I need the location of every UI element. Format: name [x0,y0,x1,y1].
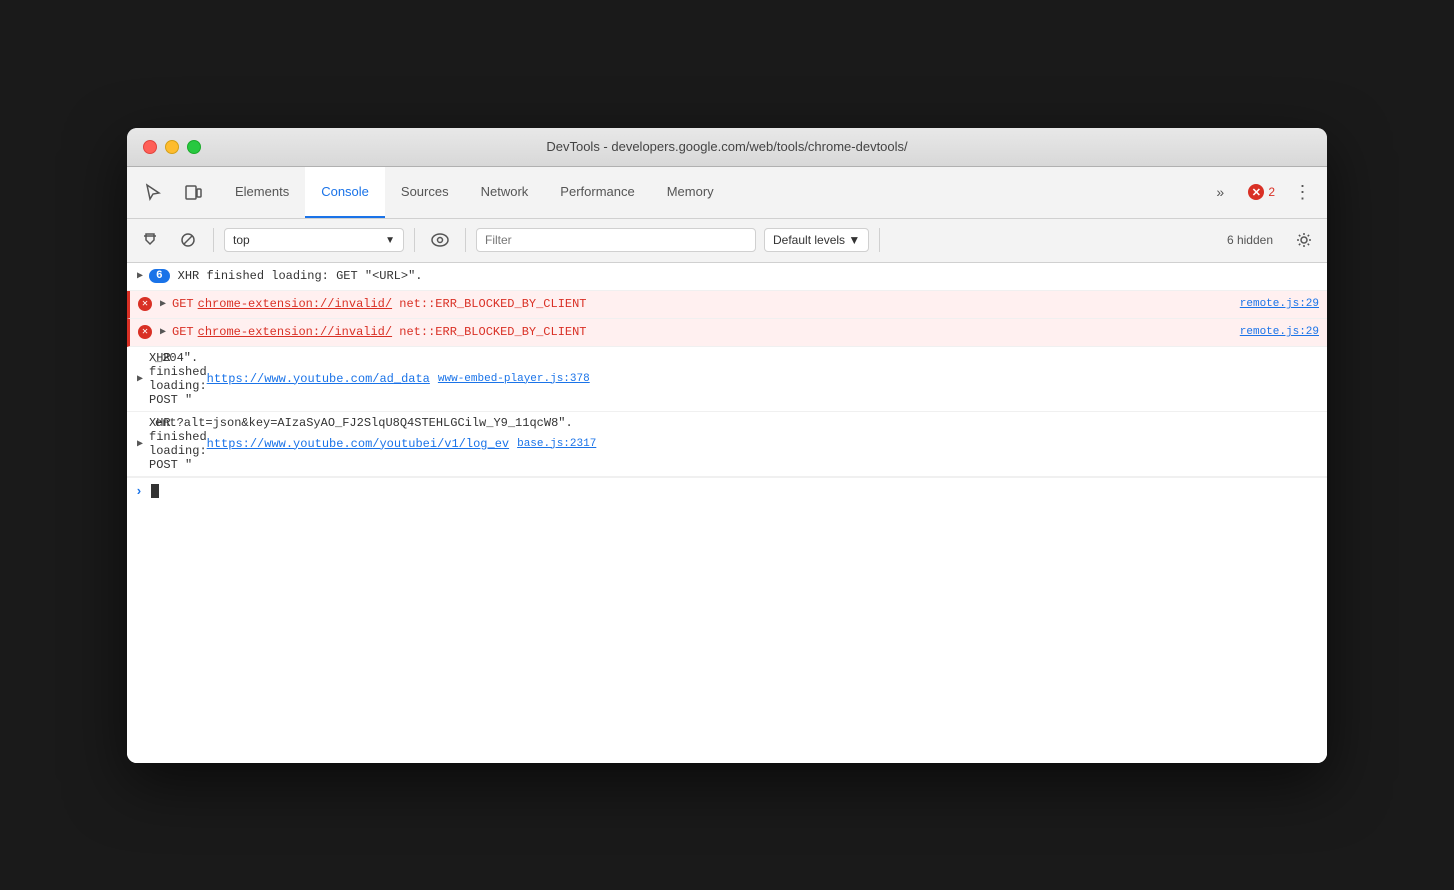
close-button[interactable] [143,140,157,154]
console-cursor [151,484,159,498]
log-text-cont: _204". [155,351,198,365]
preserve-log-button[interactable] [173,225,203,255]
traffic-lights [143,140,201,154]
expand-icon[interactable]: ▶ [135,270,145,282]
console-settings-button[interactable] [1289,225,1319,255]
log-entry: ▶ 6 XHR finished loading: GET "<URL>". [127,263,1327,291]
levels-label: Default levels ▼ [773,233,860,247]
console-prompt-icon: › [135,484,143,499]
tab-memory[interactable]: Memory [651,167,730,218]
expand-icon[interactable]: ▶ [158,298,168,310]
context-selector[interactable]: top ▼ [224,228,404,252]
block-icon [180,232,196,248]
method-text: GET [172,325,194,339]
filter-input[interactable] [476,228,756,252]
devtools-window: DevTools - developers.google.com/web/too… [127,128,1327,763]
source-link[interactable]: remote.js:29 [1240,326,1319,338]
error-text: net::ERR_BLOCKED_BY_CLIENT [392,297,586,311]
device-icon [184,183,202,201]
clear-icon [142,232,158,248]
minimize-button[interactable] [165,140,179,154]
tab-performance[interactable]: Performance [544,167,650,218]
url-text[interactable]: chrome-extension://invalid/ [198,325,392,339]
log-entry: ▶ XHR finished loading: POST " https://w… [127,412,1327,477]
expand-icon[interactable]: ▶ [135,373,145,385]
context-chevron-icon: ▼ [385,235,395,246]
log-text: XHR finished loading: GET "<URL>". [178,267,1319,285]
url-link[interactable]: https://www.youtube.com/youtubei/v1/log_… [207,437,509,451]
tabs-list: Elements Console Sources Network Perform… [219,167,1204,218]
error-count: 2 [1268,185,1275,199]
clear-console-button[interactable] [135,225,165,255]
error-badge[interactable]: ✕ 2 [1240,180,1283,204]
log-text-cont: ent?alt=json&key=AIzaSyAO_FJ2SlqU8Q4STEH… [155,416,573,430]
error-text: net::ERR_BLOCKED_BY_CLIENT [392,325,586,339]
maximize-button[interactable] [187,140,201,154]
error-log-entry: ✕ ▶ GET chrome-extension://invalid/ net:… [127,291,1327,319]
log-entry: ▶ XHR finished loading: POST " https://w… [127,347,1327,412]
context-value: top [233,233,250,247]
expand-icon[interactable]: ▶ [158,326,168,338]
divider-1 [213,228,214,252]
divider-4 [879,228,880,252]
error-icon: ✕ [138,325,152,339]
eye-icon [431,233,449,247]
cursor-icon [144,183,162,201]
device-toolbar-button[interactable] [175,174,211,210]
tab-elements[interactable]: Elements [219,167,305,218]
error-log-entry: ✕ ▶ GET chrome-extension://invalid/ net:… [127,319,1327,347]
window-title: DevTools - developers.google.com/web/too… [546,139,907,154]
repeat-badge: 6 [149,269,170,283]
more-tabs-button[interactable]: » [1204,176,1236,208]
tabs-bar: Elements Console Sources Network Perform… [127,167,1327,219]
console-output: ▶ 6 XHR finished loading: GET "<URL>". ✕… [127,263,1327,763]
url-link[interactable]: https://www.youtube.com/ad_data [207,372,430,386]
url-text[interactable]: chrome-extension://invalid/ [198,297,392,311]
expand-icon[interactable]: ▶ [135,438,145,450]
titlebar: DevTools - developers.google.com/web/too… [127,128,1327,167]
console-toolbar: top ▼ Default levels ▼ 6 hidden [127,219,1327,263]
error-count-icon: ✕ [1248,184,1264,200]
console-input-row: › [127,477,1327,505]
source-link[interactable]: remote.js:29 [1240,298,1319,310]
gear-icon [1296,232,1312,248]
error-icon: ✕ [138,297,152,311]
select-element-button[interactable] [135,174,171,210]
devtools-panel: Elements Console Sources Network Perform… [127,167,1327,763]
source-link[interactable]: base.js:2317 [517,438,596,450]
hidden-count: 6 hidden [1227,233,1281,247]
tab-sources[interactable]: Sources [385,167,465,218]
tab-network[interactable]: Network [465,167,545,218]
method-text: GET [172,297,194,311]
divider-3 [465,228,466,252]
more-options-button[interactable]: ⋮ [1287,176,1319,208]
log-levels-button[interactable]: Default levels ▼ [764,228,869,252]
tab-controls [135,167,211,218]
divider-2 [414,228,415,252]
source-link[interactable]: www-embed-player.js:378 [438,373,590,385]
tab-console[interactable]: Console [305,167,385,218]
live-expressions-button[interactable] [425,225,455,255]
tabs-right-controls: » ✕ 2 ⋮ [1204,167,1319,218]
